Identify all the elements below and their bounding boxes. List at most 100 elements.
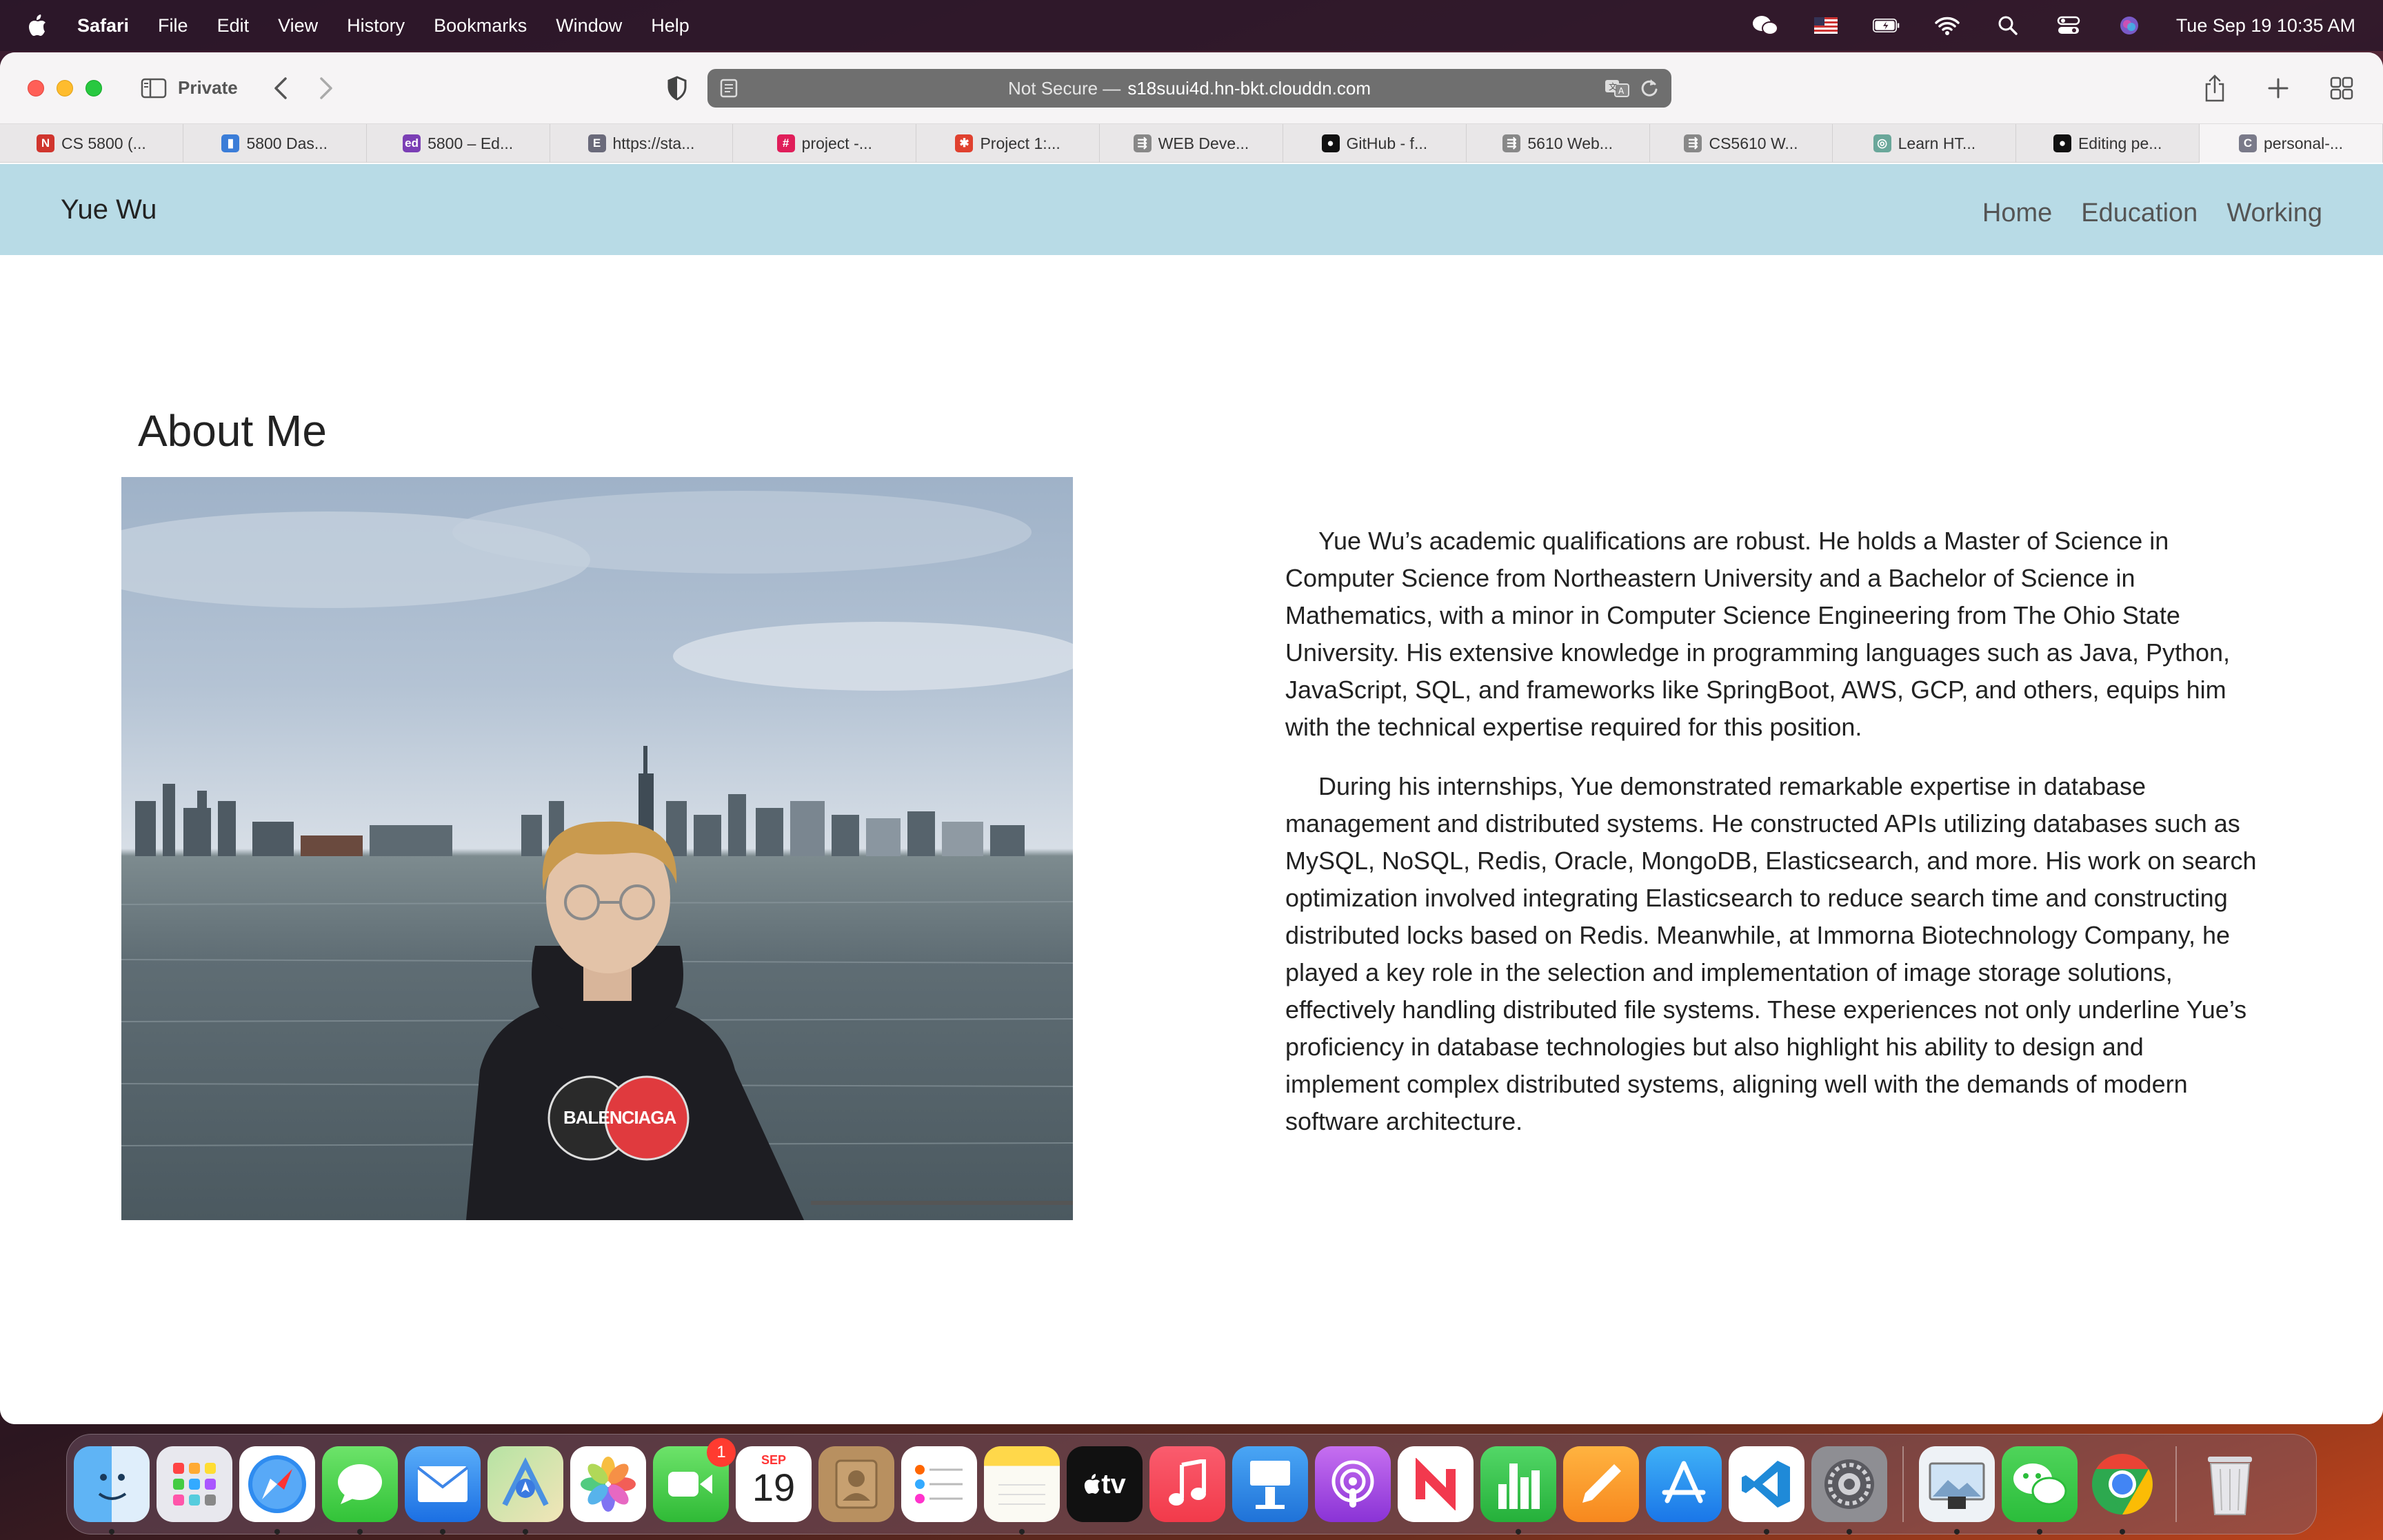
svg-text:文: 文	[1609, 81, 1617, 92]
tab-favicon-icon: C	[2239, 134, 2258, 152]
browser-tab[interactable]: ed 5800 – Ed...	[367, 124, 550, 163]
browser-tab[interactable]: ● Editing pe...	[2016, 124, 2200, 163]
dock-facetime[interactable]: 1	[653, 1438, 736, 1522]
menu-view[interactable]: View	[278, 15, 318, 37]
menu-file[interactable]: File	[158, 15, 188, 37]
running-indicator	[1847, 1529, 1852, 1534]
share-icon	[2205, 74, 2224, 102]
minimize-window-button[interactable]	[57, 79, 73, 97]
us-flag-input-icon[interactable]	[1812, 13, 1840, 38]
dock-notes[interactable]	[984, 1446, 1060, 1534]
address-bar[interactable]: Not Secure — s18suui4d.hn-bkt.clouddn.co…	[707, 69, 1671, 108]
vscode-icon	[1742, 1461, 1790, 1508]
contacts-icon	[835, 1459, 878, 1509]
dock-music[interactable]	[1149, 1446, 1225, 1522]
tab-title: Editing pe...	[2078, 134, 2162, 152]
page-menu-icon[interactable]	[720, 79, 738, 98]
browser-tab[interactable]: ⇶ 5610 Web...	[1467, 124, 1650, 163]
browser-tab[interactable]: Ehttps://sta...	[550, 124, 734, 163]
translate-icon[interactable]: 文A	[1604, 77, 1630, 98]
sidebar-toggle-button[interactable]: Private	[141, 77, 238, 99]
dock-chrome[interactable]	[2084, 1446, 2160, 1534]
browser-tab[interactable]: ✱ Project 1:...	[916, 124, 1100, 163]
mail-icon	[416, 1466, 469, 1502]
dock-wechat[interactable]	[2002, 1446, 2078, 1534]
tab-favicon-icon: ●	[2053, 134, 2071, 152]
tab-favicon-icon: ▮	[221, 134, 240, 152]
fullscreen-window-button[interactable]	[86, 79, 102, 97]
browser-tab[interactable]: N CS 5800 (...	[0, 124, 183, 163]
plus-icon	[2268, 78, 2289, 99]
dock-contacts[interactable]	[818, 1446, 894, 1522]
dock-keynote[interactable]	[1232, 1446, 1308, 1522]
nav-link-working[interactable]: Working	[2226, 199, 2322, 228]
site-nav-links: Home Education Working	[1982, 199, 2322, 228]
nav-link-home[interactable]: Home	[1982, 199, 2052, 228]
dock: 1 SEP 19 tv	[66, 1434, 2317, 1534]
chevron-left-icon	[274, 77, 287, 99]
dock-pages[interactable]	[1563, 1446, 1639, 1522]
browser-tab[interactable]: # project -...	[733, 124, 917, 163]
forward-button[interactable]	[311, 73, 341, 103]
chevron-right-icon	[319, 77, 332, 99]
menu-app-safari[interactable]: Safari	[77, 15, 129, 37]
dock-app-store[interactable]	[1646, 1446, 1722, 1522]
pages-pen-icon	[1582, 1464, 1621, 1503]
dock-podcasts[interactable]	[1315, 1446, 1391, 1522]
site-brand[interactable]: Yue Wu	[61, 194, 157, 225]
news-icon	[1412, 1458, 1459, 1510]
nav-link-education[interactable]: Education	[2081, 199, 2198, 228]
browser-tab[interactable]: ◎ Learn HT...	[1833, 124, 2017, 163]
menu-window[interactable]: Window	[556, 15, 622, 37]
back-button[interactable]	[265, 73, 296, 103]
running-indicator	[2120, 1529, 2125, 1534]
battery-charging-icon[interactable]	[1872, 13, 1900, 38]
tab-favicon-icon: ⇶	[1133, 134, 1152, 152]
dock-mail[interactable]	[405, 1446, 481, 1534]
browser-tab[interactable]: ▮ 5800 Das...	[183, 124, 367, 163]
dock-photos[interactable]	[570, 1446, 646, 1522]
dock-launchpad[interactable]	[157, 1446, 232, 1522]
close-window-button[interactable]	[28, 79, 44, 97]
siri-icon[interactable]	[2115, 13, 2143, 38]
music-note-icon	[1169, 1459, 1206, 1506]
menu-history[interactable]: History	[347, 15, 405, 37]
dock-system-settings[interactable]	[1811, 1446, 1887, 1534]
privacy-report-button[interactable]	[662, 73, 692, 103]
dock-vscode[interactable]	[1729, 1446, 1804, 1534]
browser-tab[interactable]: ⇶ CS5610 W...	[1650, 124, 1833, 163]
menu-help[interactable]: Help	[651, 15, 690, 37]
dock-numbers[interactable]	[1480, 1446, 1556, 1534]
apple-menu-icon[interactable]	[28, 13, 48, 38]
new-tab-button[interactable]	[2262, 72, 2295, 105]
dock-safari[interactable]	[239, 1446, 315, 1534]
reload-icon[interactable]	[1640, 77, 1659, 98]
tab-overview-button[interactable]	[2325, 72, 2358, 105]
chrome-icon	[2092, 1454, 2153, 1514]
dock-separator	[2175, 1446, 2177, 1522]
dock-apple-tv[interactable]: tv	[1067, 1446, 1143, 1522]
menu-edit[interactable]: Edit	[217, 15, 250, 37]
tab-title: project -...	[801, 134, 872, 152]
tab-title: GitHub - f...	[1346, 134, 1428, 152]
tab-title: CS5610 W...	[1709, 134, 1798, 152]
wifi-icon[interactable]	[1933, 13, 1961, 38]
dock-reminders[interactable]	[901, 1446, 977, 1522]
browser-tab[interactable]: ⇶ WEB Deve...	[1100, 124, 1283, 163]
wechat-status-icon[interactable]	[1751, 13, 1779, 38]
dock-maps[interactable]	[487, 1446, 563, 1534]
dock-news[interactable]	[1398, 1446, 1474, 1522]
dock-preview[interactable]	[1919, 1446, 1995, 1534]
control-center-icon[interactable]	[2055, 13, 2082, 38]
spotlight-search-icon[interactable]	[1994, 13, 2022, 38]
dock-calendar[interactable]: SEP 19	[736, 1446, 812, 1522]
dock-trash[interactable]	[2192, 1446, 2268, 1522]
tab-favicon-icon: N	[37, 134, 55, 152]
menu-bar-clock[interactable]: Tue Sep 19 10:35 AM	[2176, 15, 2355, 37]
dock-finder[interactable]	[74, 1446, 150, 1534]
browser-tab[interactable]: ● GitHub - f...	[1283, 124, 1467, 163]
browser-tab[interactable]: Cpersonal-...	[2200, 124, 2383, 163]
share-button[interactable]	[2198, 72, 2231, 105]
menu-bookmarks[interactable]: Bookmarks	[434, 15, 527, 37]
dock-messages[interactable]	[322, 1446, 398, 1534]
